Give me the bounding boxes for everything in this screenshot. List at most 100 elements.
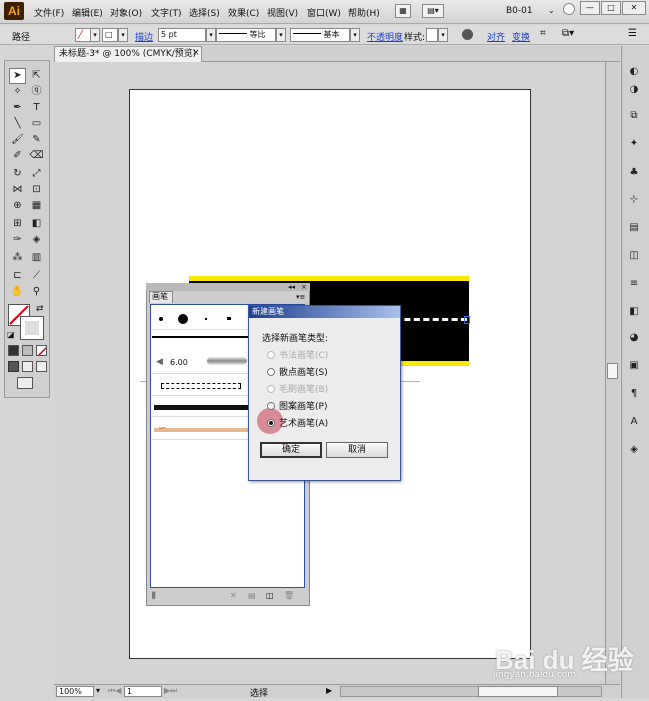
swatches-panel-icon[interactable]: ⧉	[625, 108, 643, 124]
opacity-link[interactable]: 不透明度	[367, 30, 403, 43]
radio-calligraphic[interactable]	[267, 351, 275, 359]
default-colors-icon[interactable]: ◪	[7, 330, 15, 339]
symbol-sprayer-tool-icon[interactable]: ⁂	[9, 250, 26, 266]
type-tool-icon[interactable]: T	[28, 100, 45, 116]
stroke-weight-field[interactable]: 5 pt	[158, 28, 206, 42]
eraser-tool-icon[interactable]: ⌫	[28, 148, 45, 164]
menu-select[interactable]: 选择(S)	[189, 6, 220, 19]
remove-stroke-icon[interactable]: ✕	[230, 591, 237, 600]
align-panel-icon[interactable]: ▤	[625, 220, 643, 236]
draw-behind-icon[interactable]	[22, 361, 33, 372]
character-panel-icon[interactable]: A	[625, 414, 643, 430]
bristle-brush-option[interactable]: 毛刷画笔(B)	[267, 382, 328, 395]
brushes-panel-menu-icon[interactable]: ▾≡	[296, 293, 305, 301]
graph-tool-icon[interactable]: ▥	[28, 250, 45, 266]
menu-effect[interactable]: 效果(C)	[228, 6, 259, 19]
stroke-swatch[interactable]: □	[102, 28, 118, 42]
transform-panel-icon[interactable]: ⊹	[625, 192, 643, 208]
radio-pattern[interactable]	[267, 402, 275, 410]
gradient-panel-icon[interactable]: ◧	[625, 304, 643, 320]
menu-file[interactable]: 文件(F)	[34, 6, 64, 19]
brush-dot-tiny-icon[interactable]	[205, 318, 207, 320]
recolor-artwork-icon[interactable]	[462, 29, 473, 40]
lasso-tool-icon[interactable]: ⓠ	[28, 84, 45, 100]
brushes-tab[interactable]: 画笔	[149, 291, 173, 303]
artboard-tool-icon[interactable]: ⊏	[9, 268, 26, 284]
art-brush-option[interactable]: 艺术画笔(A)	[267, 416, 328, 429]
brushes-panel-header[interactable]	[146, 283, 310, 291]
stroke-link[interactable]: 描边	[135, 30, 153, 43]
brushes-dock-icon[interactable]: ✦	[625, 136, 643, 152]
document-tab[interactable]: 未标题-3* @ 100% (CMYK/预览)	[54, 46, 202, 62]
draw-normal-icon[interactable]	[8, 361, 19, 372]
paintbrush-tool-icon[interactable]: 🖌	[9, 132, 26, 148]
transform-link[interactable]: 变换	[512, 30, 530, 43]
align-link[interactable]: 对齐	[487, 30, 505, 43]
brush-definition[interactable]: 基本	[290, 28, 350, 42]
pathfinder-panel-icon[interactable]: ◫	[625, 248, 643, 264]
gradient-mode-icon[interactable]	[22, 345, 33, 356]
horizontal-scroll-thumb[interactable]	[478, 686, 558, 697]
brush-dot-small-icon[interactable]	[159, 317, 163, 321]
fill-dropdown-icon[interactable]: ▾	[90, 28, 100, 42]
symbols-panel-icon[interactable]: ♣	[625, 165, 643, 181]
line-tool-icon[interactable]: ╲	[9, 116, 26, 132]
brush-dot-large-icon[interactable]	[178, 314, 188, 324]
scale-tool-icon[interactable]: ⤢	[28, 166, 45, 182]
transparency-panel-icon[interactable]: ◕	[625, 330, 643, 346]
shape-builder-tool-icon[interactable]: ⊕	[9, 198, 26, 214]
delete-brush-icon[interactable]: 🗑	[284, 591, 294, 600]
calligraphic-brush-option[interactable]: 书法画笔(C)	[267, 348, 328, 361]
selection-tool-icon[interactable]: ➤	[9, 68, 26, 84]
magic-wand-tool-icon[interactable]: ✧	[9, 84, 26, 100]
rotate-tool-icon[interactable]: ↻	[9, 166, 26, 182]
perspective-grid-tool-icon[interactable]: ▦	[28, 198, 45, 214]
brush-options-icon[interactable]: ▤	[248, 591, 256, 600]
path-anchor-handle[interactable]	[464, 316, 470, 324]
none-mode-icon[interactable]	[36, 345, 47, 356]
brush-dropdown-icon[interactable]: ▾	[350, 28, 360, 42]
pencil-tool-icon[interactable]: ✎	[28, 132, 45, 148]
draw-inside-icon[interactable]	[36, 361, 47, 372]
screen-mode-icon[interactable]	[17, 377, 33, 389]
stroke-color-icon[interactable]	[20, 316, 44, 340]
direct-selection-tool-icon[interactable]: ⇱	[28, 68, 45, 84]
appearance-panel-icon[interactable]: ▣	[625, 358, 643, 374]
close-panel-icon[interactable]: ×	[301, 283, 307, 291]
style-dropdown-icon[interactable]: ▾	[438, 28, 448, 42]
maximize-button[interactable]: □	[601, 1, 621, 15]
paragraph-panel-icon[interactable]: ¶	[625, 386, 643, 402]
swap-colors-icon[interactable]: ⇄	[36, 304, 44, 314]
scatter-brush-option[interactable]: 散点画笔(S)	[267, 365, 328, 378]
next-artboard-icon[interactable]: ▶⏭	[164, 686, 177, 696]
collapse-panel-icon[interactable]: ◂◂	[288, 283, 295, 291]
search-icon[interactable]	[563, 3, 575, 15]
hand-tool-icon[interactable]: ✋	[9, 284, 26, 300]
cancel-button[interactable]: 取消	[326, 442, 388, 458]
bridge-icon[interactable]: ▦	[395, 4, 411, 18]
ok-button[interactable]: 确定	[260, 442, 322, 458]
horizontal-scrollbar[interactable]	[340, 686, 602, 697]
arrange-icon[interactable]: ⧉▾	[562, 28, 574, 39]
artboard-number-field[interactable]: 1	[124, 686, 162, 697]
color-mode-icon[interactable]	[8, 345, 19, 356]
arrange-documents-icon[interactable]: ▤▾	[422, 4, 444, 18]
stroke-dropdown-icon[interactable]: ▾	[118, 28, 128, 42]
workspace-dropdown-icon[interactable]: ⌄	[548, 6, 555, 15]
pattern-brush-option[interactable]: 图案画笔(P)	[267, 399, 327, 412]
radio-scatter[interactable]	[267, 368, 275, 376]
pen-tool-icon[interactable]: ✒	[9, 100, 26, 116]
minimize-button[interactable]: —	[580, 1, 600, 15]
panel-menu-icon[interactable]: ☰	[628, 28, 637, 39]
dialog-title-bar[interactable]: 新建画笔	[249, 306, 400, 318]
isolate-icon[interactable]: ⌗	[540, 28, 546, 39]
first-artboard-icon[interactable]: ⏮◀	[108, 686, 121, 696]
color-panel-icon[interactable]: ◐	[625, 64, 643, 80]
slice-tool-icon[interactable]: ⟋	[28, 268, 45, 284]
eyedropper-tool-icon[interactable]: ✑	[9, 232, 26, 248]
brush-flat-icon[interactable]	[227, 317, 231, 320]
brush-library-icon[interactable]: ⫼	[152, 591, 156, 601]
profile-dropdown-icon[interactable]: ▾	[276, 28, 286, 42]
radio-bristle[interactable]	[267, 385, 275, 393]
menu-edit[interactable]: 编辑(E)	[72, 6, 103, 19]
